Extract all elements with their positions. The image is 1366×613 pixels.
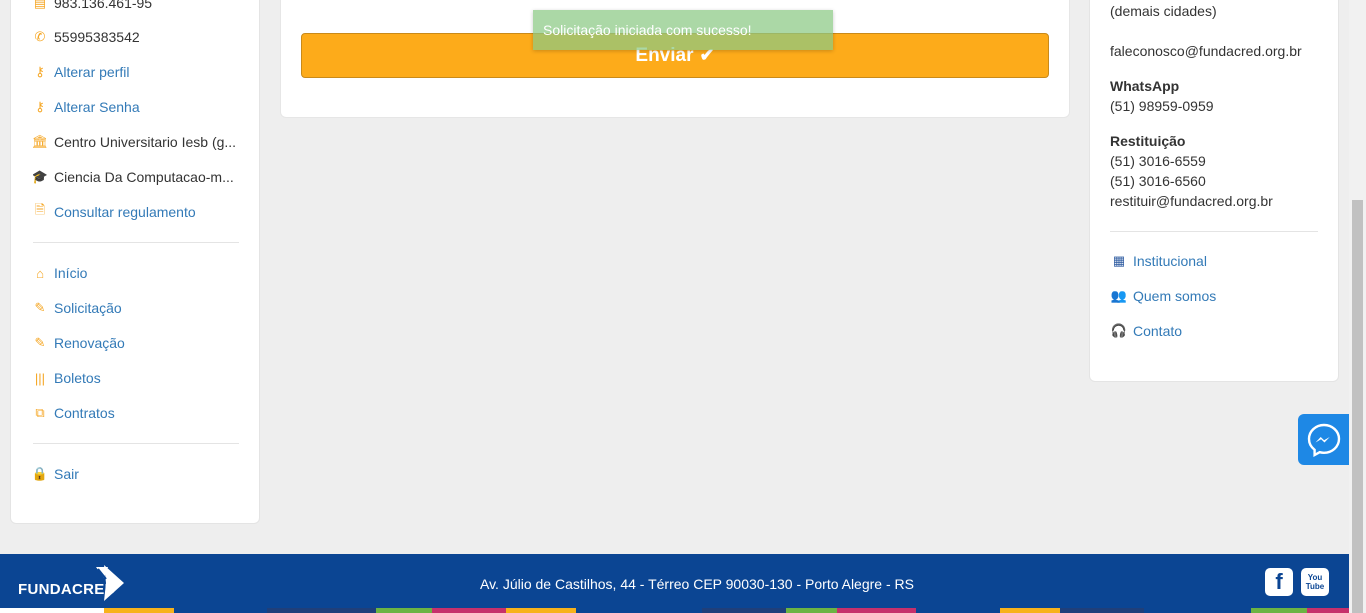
sidebar-item-boletos[interactable]: ||| Boletos (33, 368, 243, 388)
logo-arrow-icon (95, 565, 124, 601)
sidebar-item-renovacao[interactable]: ✎ Renovação (33, 333, 243, 353)
inicio-label: Início (54, 265, 88, 281)
copy-icon: ⧉ (35, 405, 45, 420)
cpf-value: 983.136.461-95 (54, 0, 153, 11)
footer-color-stripes (0, 608, 1349, 613)
contato-label: Contato (1133, 323, 1183, 339)
barcode-icon: ||| (34, 370, 46, 386)
course-name: Ciencia Da Computacao-m... (54, 169, 234, 185)
institucional-label: Institucional (1133, 253, 1207, 269)
consultar-regulamento-link[interactable]: 🗎 Consultar regulamento (33, 202, 243, 222)
phone-row: ✆ 55995383542 (33, 27, 243, 47)
contact-divider (1110, 231, 1318, 232)
course-row: 🎓 Ciencia Da Computacao-m... (33, 167, 243, 187)
edit-icon: ✎ (34, 335, 46, 350)
book-icon: ▦ (1112, 253, 1126, 268)
whatsapp-heading: WhatsApp (1110, 78, 1180, 94)
restituicao-phone-2: (51) 3016-6560 (1110, 173, 1206, 189)
contratos-label: Contratos (54, 405, 115, 421)
renovacao-label: Renovação (54, 335, 125, 351)
messenger-icon (1307, 423, 1341, 457)
institution-row: 🏛 Centro Universitario Iesb (g... (33, 132, 243, 152)
contact-sidebar: (demais cidades) faleconosco@fundacred.o… (1089, 0, 1339, 382)
alterar-perfil-label: Alterar perfil (54, 64, 130, 80)
key-icon: ⚷ (35, 64, 45, 79)
restituicao-email: restituir@fundacred.org.br (1110, 193, 1273, 209)
sidebar-item-inicio[interactable]: ⌂ Início (33, 263, 243, 283)
graduation-cap-icon: 🎓 (33, 169, 49, 184)
alterar-perfil-link[interactable]: ⚷ Alterar perfil (33, 62, 243, 82)
sidebar-divider (33, 242, 239, 243)
alterar-senha-label: Alterar Senha (54, 99, 140, 115)
facebook-link[interactable]: f (1265, 568, 1293, 596)
sidebar-divider (33, 443, 239, 444)
other-cities-text: (demais cidades) (1110, 3, 1217, 19)
key-icon: ⚷ (35, 99, 45, 114)
restituicao-phone-1: (51) 3016-6559 (1110, 153, 1206, 169)
cpf-row: ▤ 983.136.461-95 (33, 0, 243, 13)
youtube-icon: You Tube (1305, 573, 1325, 591)
scrollbar-thumb[interactable] (1352, 200, 1363, 613)
footer-address: Av. Júlio de Castilhos, 44 - Térreo CEP … (480, 576, 914, 592)
sidebar-item-contratos[interactable]: ⧉ Contratos (33, 403, 243, 423)
sair-label: Sair (54, 466, 79, 482)
home-icon: ⌂ (36, 265, 44, 281)
whatsapp-number: (51) 98959-0959 (1110, 98, 1214, 114)
institution-icon: 🏛 (33, 134, 49, 149)
phone-value: 55995383542 (54, 29, 140, 45)
solicitacao-label: Solicitação (54, 300, 122, 316)
sair-link[interactable]: 🔒 Sair (33, 464, 243, 484)
users-icon: 👥 (1110, 288, 1128, 303)
contact-email: faleconosco@fundacred.org.br (1110, 43, 1302, 59)
user-sidebar: ▤ 983.136.461-95 ✆ 55995383542 ⚷ Alterar… (10, 0, 260, 524)
facebook-icon: f (1275, 569, 1283, 594)
sidebar-item-solicitacao[interactable]: ✎ Solicitação (33, 298, 243, 318)
quem-somos-label: Quem somos (1133, 288, 1217, 304)
youtube-link[interactable]: You Tube (1301, 568, 1329, 596)
institution-name: Centro Universitario Iesb (g... (54, 134, 237, 150)
alterar-senha-link[interactable]: ⚷ Alterar Senha (33, 97, 243, 117)
edit-icon: ✎ (34, 300, 46, 315)
regulamento-label: Consultar regulamento (54, 204, 196, 220)
contato-link[interactable]: 🎧 Contato (1110, 323, 1183, 339)
site-footer: FUNDACRED Av. Júlio de Castilhos, 44 - T… (0, 554, 1349, 613)
document-icon: 🗎 (34, 202, 46, 217)
restituicao-heading: Restituição (1110, 133, 1186, 149)
toast-message: Solicitação iniciada com sucesso! (543, 22, 752, 38)
institucional-link[interactable]: ▦ Institucional (1112, 253, 1207, 269)
phone-icon: ✆ (34, 29, 46, 44)
success-toast[interactable]: Solicitação iniciada com sucesso! (533, 10, 833, 50)
page-scrollbar[interactable] (1349, 0, 1366, 613)
messenger-chat-button[interactable] (1298, 414, 1350, 465)
fundacred-logo[interactable]: FUNDACRED (18, 564, 126, 602)
headset-icon: 🎧 (1110, 323, 1128, 338)
id-card-icon: ▤ (33, 0, 47, 10)
quem-somos-link[interactable]: 👥 Quem somos (1110, 288, 1217, 304)
boletos-label: Boletos (54, 370, 101, 386)
lock-icon: 🔒 (33, 466, 49, 481)
